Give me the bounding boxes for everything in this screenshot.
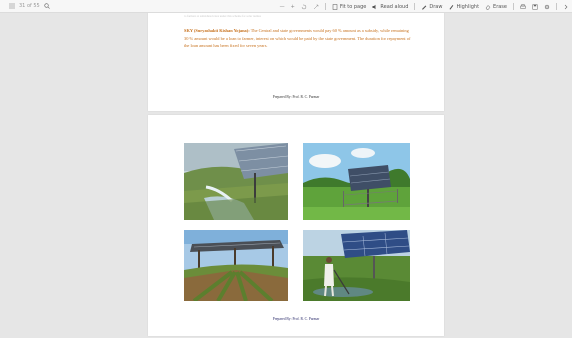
faint-text-line: to farmers at subsidized rates under thi…: [184, 14, 261, 17]
pen-icon: [421, 4, 427, 10]
prepared-by-footer: Prepared By: Prof. R. C. Parmar: [272, 317, 320, 321]
fit-page-icon: [332, 3, 338, 10]
save-icon[interactable]: [532, 3, 538, 10]
expand-icon[interactable]: [563, 4, 569, 10]
page-nav[interactable]: 31 of 55: [19, 3, 40, 9]
highlighter-icon: [448, 4, 454, 10]
pdf-toolbar: 31 of 55 — + Fit to page Read aloud Draw…: [0, 0, 572, 13]
pdf-page-32: Prepared By: Prof. R. C. Parmar: [148, 115, 444, 336]
fit-to-page-button[interactable]: Fit to page: [332, 3, 367, 10]
toolbar-divider: [414, 3, 416, 10]
toolbar-right: — + Fit to page Read aloud Draw Highligh…: [280, 0, 569, 13]
eraser-icon: [485, 4, 491, 10]
agrivoltaic-vineyard-photo: [184, 230, 288, 301]
toolbar-divider: [324, 3, 326, 10]
read-aloud-label: Read aloud: [380, 3, 409, 10]
rotate-icon[interactable]: [301, 4, 307, 10]
read-aloud-button[interactable]: Read aloud: [372, 4, 408, 10]
read-aloud-icon: [372, 4, 378, 10]
page-body-paragraph: SKY (Suryashakti Kishan Yojana): The Cen…: [184, 27, 412, 50]
contents-icon[interactable]: [9, 3, 15, 9]
scheme-name: SKY (Suryashakti Kishan Yojana):: [184, 28, 250, 33]
zoom-out-button[interactable]: —: [280, 4, 285, 10]
erase-button[interactable]: Erase: [485, 4, 507, 10]
pdf-page-31: to farmers at subsidized rates under thi…: [148, 13, 444, 111]
solar-panel-field-photo: [303, 143, 410, 220]
highlight-button[interactable]: Highlight: [448, 4, 479, 10]
prepared-by-footer: Prepared By: Prof. R. C. Parmar: [272, 95, 320, 99]
fit-width-icon[interactable]: [313, 4, 319, 10]
draw-label: Draw: [429, 3, 443, 10]
toolbar-divider: [513, 3, 514, 10]
solar-pump-irrigation-photo: [184, 143, 288, 220]
highlight-label: Highlight: [456, 3, 480, 10]
fit-to-page-label: Fit to page: [339, 3, 367, 10]
toolbar-divider: [556, 3, 557, 10]
search-icon[interactable]: [44, 3, 50, 9]
farmer-with-solar-pump-photo: [303, 230, 410, 301]
draw-button[interactable]: Draw: [421, 4, 442, 10]
print-icon[interactable]: [520, 3, 526, 10]
zoom-in-button[interactable]: +: [291, 4, 295, 10]
toolbar-left: 31 of 55: [0, 3, 50, 9]
document-viewport[interactable]: to farmers at subsidized rates under thi…: [0, 13, 572, 338]
settings-gear-icon[interactable]: [544, 4, 550, 10]
erase-label: Erase: [493, 3, 507, 10]
